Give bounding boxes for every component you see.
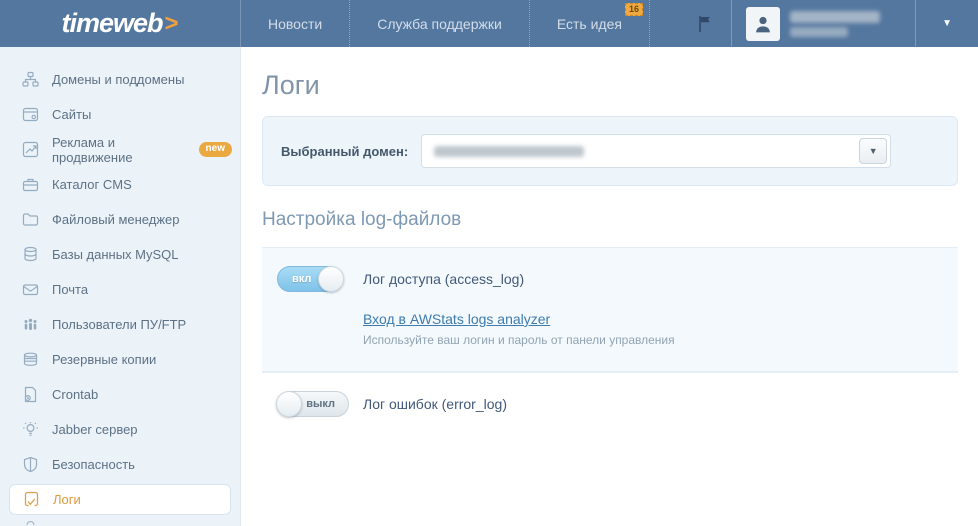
- user-menu[interactable]: [731, 0, 915, 47]
- partial-icon: [21, 520, 39, 526]
- nav-idea-label: Есть идея: [556, 15, 622, 32]
- sidebar-item-label: Каталог CMS: [52, 177, 132, 192]
- nav-news-label: Новости: [268, 15, 323, 32]
- error-log-label: Лог ошибок (error_log): [363, 396, 507, 412]
- top-header: timeweb > Новости Служба поддержки Есть …: [0, 0, 978, 47]
- logs-icon: [22, 491, 40, 509]
- access-log-row: вкл Лог доступа (access_log) Вход в AWSt…: [262, 247, 958, 372]
- sitemap-icon: [21, 71, 39, 89]
- sidebar-item-label: Сайты: [52, 107, 92, 122]
- logo-text: timeweb: [61, 8, 163, 38]
- idea-count-badge: 16: [624, 3, 643, 16]
- sidebar-item-mysql[interactable]: Базы данных MySQL: [0, 237, 240, 272]
- sidebar-item-domains[interactable]: Домены и поддомены: [0, 62, 240, 97]
- domain-select-label: Выбранный домен:: [281, 143, 409, 159]
- sidebar-item-users-ftp[interactable]: Пользователи ПУ/FTP: [0, 307, 240, 342]
- access-log-toggle-col: вкл: [277, 265, 363, 292]
- header-spacer: [650, 0, 677, 47]
- error-log-body: Лог ошибок (error_log): [363, 390, 507, 412]
- sidebar-item-label: Резервные копии: [52, 352, 157, 367]
- sidebar-item-label: Базы данных MySQL: [52, 247, 179, 262]
- log-settings-heading: Настройка log-файлов: [262, 209, 462, 230]
- nav-idea[interactable]: Есть идея 16: [530, 0, 650, 47]
- nav-support[interactable]: Служба поддержки: [350, 0, 530, 47]
- logo-arrow-icon: >: [164, 9, 179, 37]
- error-log-toggle[interactable]: выкл: [276, 391, 349, 417]
- sidebar-item-sites[interactable]: Сайты: [0, 97, 240, 132]
- access-log-body: Лог доступа (access_log) Вход в AWStats …: [363, 265, 675, 347]
- folder-icon: [21, 211, 39, 229]
- shield-icon: [21, 456, 39, 474]
- access-log-toggle[interactable]: вкл: [277, 266, 344, 292]
- select-dropdown-button[interactable]: ▼: [859, 138, 888, 164]
- awstats-hint: Используйте ваш логин и пароль от панели…: [363, 333, 675, 347]
- database-icon: [21, 246, 39, 264]
- top-nav: Новости Служба поддержки Есть идея 16: [241, 0, 650, 47]
- crontab-icon: [21, 386, 39, 404]
- sidebar-item-label: Файловый менеджер: [52, 212, 180, 227]
- sidebar-item-security[interactable]: Безопасность: [0, 447, 240, 482]
- avatar: [746, 6, 781, 41]
- flag-icon: [695, 14, 713, 34]
- sidebar-item-label: Jabber сервер: [52, 422, 138, 437]
- sidebar-item-jabber[interactable]: Jabber сервер: [0, 412, 240, 447]
- user-name-redacted: [790, 10, 881, 37]
- domain-panel: Выбранный домен: ▼: [262, 116, 958, 186]
- awstats-link[interactable]: Вход в AWStats logs analyzer: [363, 311, 550, 327]
- sidebar: Домены и поддомены Сайты Реклама и продв…: [0, 47, 241, 526]
- sidebar-item-label: Почта: [52, 282, 89, 297]
- nav-support-label: Служба поддержки: [377, 15, 502, 32]
- sidebar-item-advertising[interactable]: Реклама и продвижение new: [0, 132, 240, 167]
- chevron-down-icon: ▼: [868, 146, 878, 156]
- sidebar-item-label: Реклама и продвижение: [52, 134, 133, 165]
- sidebar-item-logs[interactable]: Логи: [9, 484, 231, 515]
- sidebar-item-file-manager[interactable]: Файловый менеджер: [0, 202, 240, 237]
- account-dropdown-toggle[interactable]: ▼: [915, 0, 978, 47]
- chart-icon: [21, 141, 39, 159]
- sidebar-item-crontab[interactable]: Crontab: [0, 377, 240, 412]
- domain-select[interactable]: ▼: [421, 134, 892, 168]
- sidebar-item-label: Crontab: [52, 387, 99, 402]
- page-title: Логи: [262, 70, 320, 100]
- logo[interactable]: timeweb >: [0, 0, 241, 47]
- sidebar-item-backups[interactable]: Резервные копии: [0, 342, 240, 377]
- language-flag-button[interactable]: [677, 0, 731, 47]
- toggle-knob: [276, 391, 302, 417]
- sidebar-item-label: Безопасность: [52, 457, 135, 472]
- selected-domain-redacted: [434, 145, 585, 157]
- error-log-toggle-col: выкл: [276, 390, 363, 417]
- briefcase-icon: [21, 176, 39, 194]
- sidebar-item-mail[interactable]: Почта: [0, 272, 240, 307]
- users-icon: [21, 316, 39, 334]
- sidebar-item-label: Домены и поддомены: [52, 72, 185, 87]
- browser-icon: [21, 106, 39, 124]
- nav-news[interactable]: Новости: [241, 0, 351, 47]
- sidebar-item-label: Пользователи ПУ/FTP: [52, 317, 187, 332]
- toggle-off-label: выкл: [306, 398, 335, 410]
- toggle-on-label: вкл: [292, 273, 312, 285]
- chevron-down-icon: ▼: [942, 18, 952, 29]
- main-content: Логи Выбранный домен: ▼ Настройка log-фа…: [241, 47, 978, 526]
- toggle-knob: [318, 266, 344, 292]
- sidebar-item-cms-catalog[interactable]: Каталог CMS: [0, 167, 240, 202]
- access-log-label: Лог доступа (access_log): [363, 271, 525, 287]
- backup-icon: [21, 351, 39, 369]
- bulb-icon: [21, 421, 39, 439]
- new-badge: new: [198, 142, 232, 157]
- sidebar-item-partial[interactable]: [0, 517, 240, 526]
- sidebar-item-label: Логи: [53, 492, 81, 507]
- error-log-row: выкл Лог ошибок (error_log): [262, 372, 958, 434]
- mail-icon: [21, 281, 39, 299]
